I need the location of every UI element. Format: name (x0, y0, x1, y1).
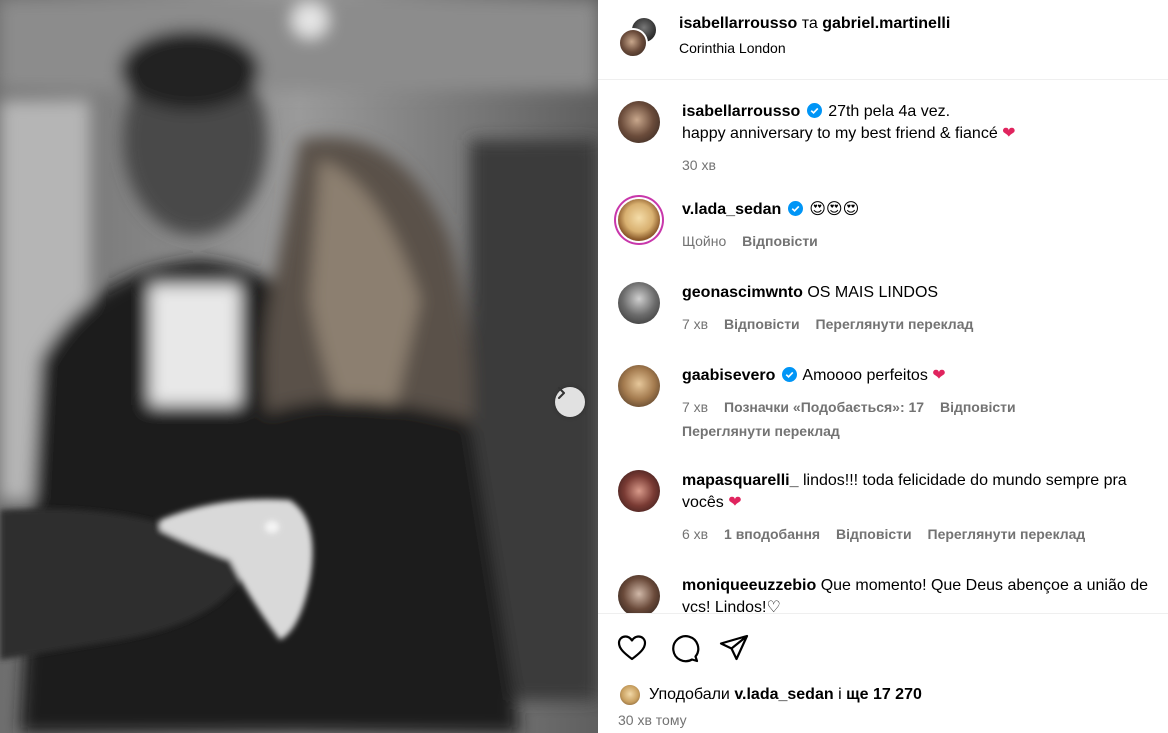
avatar[interactable] (618, 28, 648, 58)
liker-username[interactable]: v.lada_sedan (734, 686, 833, 704)
reply-button[interactable]: Відповісти (940, 399, 1016, 415)
post-timestamp[interactable]: 30 хв тому (618, 712, 687, 728)
comment-text: Amoooo perfeitos (802, 367, 928, 384)
comment-body: moniqueeuzzebio Que momento! Que Deus ab… (682, 575, 1166, 613)
comment-time[interactable]: 6 хв (682, 526, 708, 542)
author-username[interactable]: isabellarrousso (679, 15, 797, 32)
avatar[interactable] (618, 282, 660, 324)
comment-body: mapasquarelli_ lindos!!! toda felicidade… (682, 470, 1166, 545)
caption-username[interactable]: isabellarrousso (682, 103, 800, 120)
comment-meta: 7 хв Позначки «Подобається»: 17 Відповіс… (682, 396, 1166, 418)
verified-badge-icon (787, 201, 803, 216)
coauthor-username[interactable]: gabriel.martinelli (822, 15, 950, 32)
avatar[interactable] (618, 575, 660, 613)
caption-time[interactable]: 30 хв (682, 157, 716, 173)
heart-emoji: ❤ (728, 494, 742, 511)
verified-badge-icon (781, 367, 797, 382)
heart-emoji: ❤ (932, 367, 946, 384)
comment-username[interactable]: mapasquarelli_ (682, 472, 799, 489)
comment-time[interactable]: Щойно (682, 233, 726, 249)
share-icon[interactable] (718, 632, 750, 664)
authors-conjunction: та (801, 15, 818, 32)
comment-text: OS MAIS LINDOS (807, 284, 939, 301)
post-photo (0, 0, 598, 733)
likes-prefix: Уподобали (649, 686, 730, 703)
verified-badge-icon (806, 103, 822, 118)
author-avatars[interactable] (618, 16, 660, 58)
chevron-right-icon (558, 387, 565, 399)
post-details-panel: isabellarrousso та gabriel.martinelli Co… (598, 0, 1168, 733)
reply-button[interactable]: Відповісти (724, 316, 800, 332)
comment-meta: 7 хв Відповісти Переглянути переклад (682, 313, 1166, 335)
comments-list[interactable]: isabellarrousso 27th pela 4a vez. happy … (598, 81, 1168, 613)
reply-button[interactable]: Відповісти (836, 526, 912, 542)
comment-likes[interactable]: 1 вподобання (724, 526, 820, 542)
comment-username[interactable]: moniqueeuzzebio (682, 577, 816, 594)
comment-username[interactable]: v.lada_sedan (682, 201, 781, 218)
heart-emoji: ❤ (1002, 125, 1016, 142)
caption-meta: 30 хв (682, 154, 1166, 176)
comment-time[interactable]: 7 хв (682, 399, 708, 415)
see-translation-button[interactable]: Переглянути переклад (928, 526, 1086, 542)
likes-summary[interactable]: Уподобали v.lada_sedan і ще 17 270 (618, 683, 922, 707)
next-photo-button[interactable] (555, 387, 585, 417)
comment-username[interactable]: geonascimwnto (682, 284, 803, 301)
comment-text: 😍😍😍 (809, 201, 860, 218)
avatar[interactable] (618, 683, 642, 707)
caption-body: isabellarrousso 27th pela 4a vez. happy … (682, 101, 1166, 176)
see-translation-button[interactable]: Переглянути переклад (682, 420, 1166, 442)
avatar[interactable] (618, 199, 660, 241)
comment-icon[interactable] (668, 632, 700, 664)
post-actions: Уподобали v.lada_sedan і ще 17 270 30 хв… (598, 613, 1168, 733)
post-location[interactable]: Corinthia London (679, 40, 786, 56)
comment-meta: Щойно Відповісти (682, 230, 1166, 252)
avatar[interactable] (618, 470, 660, 512)
comment-body: v.lada_sedan 😍😍😍 Щойно Відповісти (682, 199, 1166, 252)
avatar[interactable] (618, 101, 660, 143)
caption-text-line2: happy anniversary to my best friend & fi… (682, 125, 998, 142)
likes-count[interactable]: ще 17 270 (846, 686, 922, 704)
see-translation-button[interactable]: Переглянути переклад (816, 316, 974, 332)
photo-illustration (0, 0, 598, 733)
comment-username[interactable]: gaabisevero (682, 367, 775, 384)
likes-conjunction: і (838, 686, 842, 703)
comment-body: geonascimwnto OS MAIS LINDOS 7 хв Відпов… (682, 282, 1166, 335)
heart-icon[interactable] (616, 632, 648, 664)
post-header: isabellarrousso та gabriel.martinelli Co… (598, 0, 1168, 80)
comment-time[interactable]: 7 хв (682, 316, 708, 332)
comment-body: gaabisevero Amoooo perfeitos ❤ 7 хв Позн… (682, 365, 1166, 442)
comment-likes[interactable]: Позначки «Подобається»: 17 (724, 399, 924, 415)
post-authors: isabellarrousso та gabriel.martinelli (679, 15, 950, 33)
comment-meta: 6 хв 1 вподобання Відповісти Переглянути… (682, 523, 1166, 545)
caption-text-line1: 27th pela 4a vez. (828, 103, 951, 120)
reply-button[interactable]: Відповісти (742, 233, 818, 249)
avatar[interactable] (618, 365, 660, 407)
